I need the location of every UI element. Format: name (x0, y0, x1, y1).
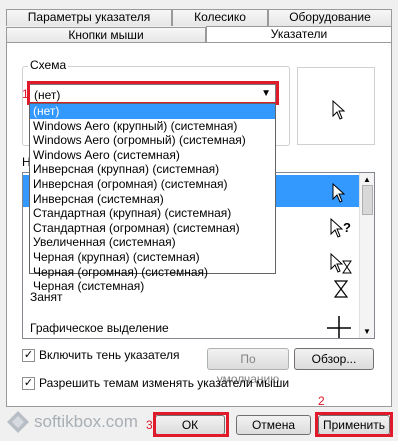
ok-highlight (153, 412, 229, 437)
scheme-option[interactable]: Увеличенная (системная) (30, 235, 275, 250)
arrow-cursor-icon (332, 100, 346, 120)
cursor-row-precision[interactable]: Графическое выделение (23, 319, 361, 338)
shadow-label: Включить тень указателя (39, 348, 180, 362)
arrow-cursor-icon (332, 183, 346, 203)
apply-highlight (315, 412, 393, 437)
scheme-option[interactable]: Инверсная (системная) (30, 192, 275, 207)
working-cursor-icon (330, 253, 352, 274)
annotation-3: 3 (146, 418, 153, 432)
themes-checkbox[interactable]: ✓ (22, 377, 35, 390)
scheme-highlight (27, 81, 279, 105)
scheme-option[interactable]: Windows Aero (крупный) (системная) (30, 119, 275, 134)
scheme-option[interactable]: Инверсная (огромная) (системная) (30, 177, 275, 192)
watermark-text: softikbox.com (34, 412, 138, 431)
annotation-1: 1 (22, 87, 29, 101)
cursor-list-scrollbar[interactable]: ▲ ▼ (359, 173, 374, 338)
scheme-dropdown-list[interactable]: (нет) Windows Aero (крупный) (системная)… (29, 103, 276, 293)
scheme-option[interactable]: Windows Aero (огромный) (системная) (30, 133, 275, 148)
scheme-option[interactable]: Стандартная (огромная) (системная) (30, 221, 275, 236)
scheme-option[interactable]: Windows Aero (системная) (30, 148, 275, 163)
tab-wheel[interactable]: Колесико (172, 9, 268, 26)
svg-text:?: ? (343, 220, 351, 235)
scroll-up-icon[interactable]: ▲ (363, 175, 371, 184)
scroll-down-icon[interactable]: ▼ (363, 327, 371, 336)
hourglass-icon (334, 280, 348, 298)
scheme-option[interactable]: Стандартная (крупная) (системная) (30, 206, 275, 221)
cancel-button[interactable]: Отмена (236, 415, 311, 435)
tab-buttons[interactable]: Кнопки мыши (6, 27, 206, 43)
scheme-option[interactable]: Инверсная (крупная) (системная) (30, 162, 275, 177)
tab-hardware[interactable]: Оборудование (268, 9, 392, 26)
annotation-2: 2 (318, 394, 325, 408)
help-cursor-icon: ? (330, 218, 351, 238)
shadow-checkbox[interactable]: ✓ (22, 349, 35, 362)
cursor-preview (297, 67, 375, 145)
scroll-thumb[interactable] (362, 185, 373, 215)
logo-icon (7, 411, 29, 433)
themes-label: Разрешить темам изменять указатели мыши (39, 376, 290, 390)
browse-button[interactable]: Обзор... (294, 348, 374, 370)
default-button[interactable]: По умолчанию (207, 348, 289, 386)
crosshair-icon (327, 316, 351, 338)
tab-pointer-options[interactable]: Параметры указателя (6, 9, 172, 26)
scheme-legend: Схема (28, 58, 69, 72)
scheme-option[interactable]: (нет) (30, 104, 275, 119)
scheme-option[interactable]: Черная (системная) (30, 279, 275, 294)
scheme-option[interactable]: Черная (огромная) (системная) (30, 265, 275, 280)
scheme-option[interactable]: Черная (крупная) (системная) (30, 250, 275, 265)
